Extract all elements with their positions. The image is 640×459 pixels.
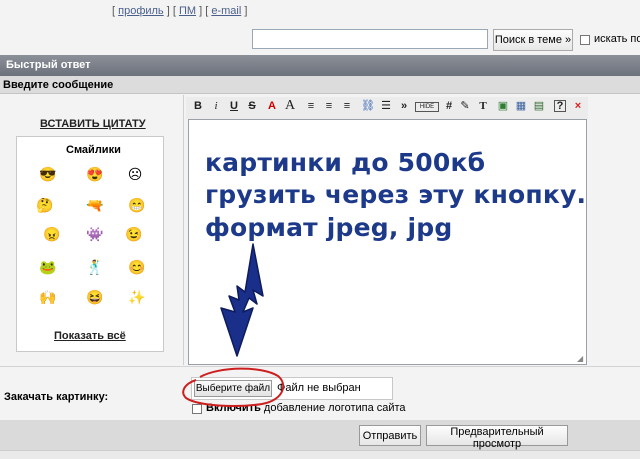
preview-button[interactable]: Предварительный просмотр	[426, 425, 568, 450]
enter-message-header: Введите сообщение	[0, 76, 640, 94]
code-button[interactable]: #	[442, 99, 456, 113]
editor-line-2: грузить через эту кнопку.	[205, 180, 587, 209]
file-status-text: Файл не выбран	[277, 382, 361, 394]
choose-file-button[interactable]: Выберите файл	[194, 380, 272, 397]
smiley-thinking-icon[interactable]: 🤔	[36, 197, 53, 213]
email-link[interactable]: e-mail	[211, 5, 241, 17]
smiley-grin-icon[interactable]: 😁	[128, 197, 145, 213]
smiley-shooter-icon[interactable]: 🔫	[86, 197, 103, 213]
smileys-title: Смайлики	[66, 144, 121, 156]
smiley-cool-icon[interactable]: 😎	[39, 166, 56, 182]
smiley-sad-icon[interactable]: ☹	[127, 166, 143, 182]
align-right-button[interactable]: ≡	[340, 99, 354, 113]
pm-link[interactable]: ПМ	[179, 5, 196, 17]
strike-button[interactable]: S	[245, 99, 259, 113]
font-size-button[interactable]: A	[283, 99, 297, 113]
logo-checkbox-bold-text: Включить	[206, 402, 261, 414]
smiley-alien-icon[interactable]: 👾	[86, 226, 103, 242]
logo-checkbox-label: Включить добавление логотипа сайта	[206, 402, 406, 414]
quote-button[interactable]: »	[397, 99, 411, 113]
font-color-button[interactable]: A	[265, 99, 279, 113]
quick-reply-header: Быстрый ответ	[0, 55, 640, 76]
align-center-button[interactable]: ≡	[322, 99, 336, 113]
search-input[interactable]	[252, 29, 488, 49]
close-icon[interactable]: ×	[571, 99, 585, 113]
smiley-cheer-icon[interactable]: 🙌	[39, 289, 56, 305]
underline-button[interactable]: U	[227, 99, 241, 113]
smiley-angry-icon[interactable]: 😠	[43, 226, 60, 242]
smiley-dance-icon[interactable]: 🕺	[86, 259, 103, 275]
row-divider	[0, 366, 640, 367]
editor-line-1: картинки до 500кб	[205, 148, 486, 177]
font-family-button[interactable]: T	[476, 99, 490, 113]
smiley-love-icon[interactable]: 😍	[86, 166, 103, 182]
search-checkbox[interactable]	[580, 35, 590, 45]
italic-button[interactable]: i	[209, 99, 223, 113]
pencil-icon[interactable]: ✎	[458, 99, 472, 113]
logo-checkbox[interactable]	[192, 404, 202, 414]
bold-button[interactable]: B	[191, 99, 205, 113]
show-all-smileys-link[interactable]: Показать всё	[54, 330, 126, 342]
table-icon[interactable]: ▦	[514, 99, 528, 113]
smiley-happy-icon[interactable]: 😊	[128, 259, 145, 275]
insert-quote-link[interactable]: ВСТАВИТЬ ЦИТАТУ	[40, 118, 146, 130]
smiley-star-icon[interactable]: ✨	[128, 289, 145, 305]
list-icon[interactable]: ☰	[379, 99, 393, 113]
smiley-wink-icon[interactable]: 😉	[125, 226, 142, 242]
down-arrow-icon	[220, 243, 264, 357]
resize-grip-icon[interactable]: ◢	[577, 354, 585, 363]
profile-links: [ профиль ] [ ПМ ] [ e-mail ]	[112, 5, 248, 17]
upload-image-label: Закачать картинку:	[4, 391, 109, 403]
search-in-topic-button[interactable]: Поиск в теме »	[493, 29, 573, 51]
hide-button[interactable]: HIDE	[415, 102, 439, 112]
send-button[interactable]: Отправить	[359, 425, 421, 446]
logo-checkbox-rest-text: добавление логотипа сайта	[260, 402, 406, 414]
smiley-frog-icon[interactable]: 🐸	[39, 259, 56, 275]
align-left-button[interactable]: ≡	[304, 99, 318, 113]
link-icon[interactable]: ⛓	[361, 99, 375, 113]
smiley-laugh-icon[interactable]: 😆	[86, 289, 103, 305]
video-icon[interactable]: ▤	[532, 99, 546, 113]
profile-link[interactable]: профиль	[118, 5, 164, 17]
editor-toolbar: B i U S A A ≡ ≡ ≡ ⛓ ☰ » HIDE # ✎ T ▣ ▦ ▤…	[186, 97, 588, 119]
search-checkbox-label: искать по	[594, 33, 640, 45]
help-icon[interactable]: ?	[554, 100, 566, 112]
editor-line-3: формат jpeg, jpg	[205, 213, 453, 242]
image-icon[interactable]: ▣	[496, 99, 510, 113]
